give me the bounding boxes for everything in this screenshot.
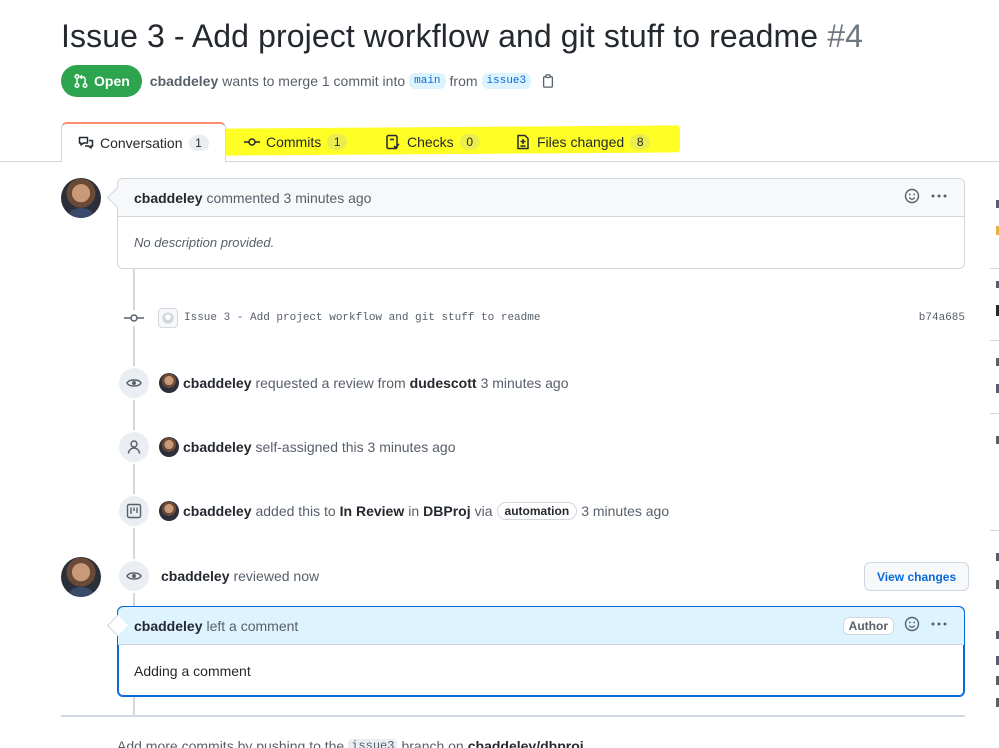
kebab-horizontal-icon[interactable] [930,188,948,207]
event-actor[interactable]: cbaddeley [183,439,251,455]
event-text: cbaddeley self-assigned this 3 minutes a… [159,437,455,457]
comment-header: cbaddeley commented 3 minutes ago [118,179,964,217]
review-comment: cbaddeley left a comment Author Adding a… [117,606,965,697]
author-badge: Author [842,616,894,635]
smiley-icon[interactable] [904,616,920,635]
event-description: self-assigned this 3 minutes ago [255,439,456,455]
tab-label: Files changed [537,134,625,150]
git-commit-icon [244,138,260,146]
comment-body: No description provided. [118,217,964,266]
comment-actions: Author [842,616,948,635]
commit-sha[interactable]: b74a685 [919,312,965,324]
comment-header: cbaddeley left a comment Author [118,607,964,645]
project-event: cbaddeley added this to In Review in DBP… [117,494,669,528]
pr-title-text[interactable]: Issue 3 - Add project workflow and git s… [61,18,818,54]
project-icon [117,494,151,528]
tab-commits[interactable]: Commits 1 [244,122,348,162]
comment-author[interactable]: cbaddeley [134,618,202,634]
view-changes-button[interactable]: View changes [864,562,970,591]
pr-number: #4 [827,18,863,54]
tab-counter: 1 [327,134,348,150]
avatar[interactable] [159,501,179,521]
avatar[interactable] [61,557,101,597]
sidebar-divider [990,413,999,414]
project-link[interactable]: DBProj [423,503,470,519]
tab-files-changed[interactable]: Files changed 8 [515,122,651,162]
merge-text: wants to merge 1 commit into [222,73,406,89]
in-text: in [408,503,420,519]
merge-summary: cbaddeley wants to merge 1 commit into m… [150,73,555,89]
push-hint-text-2: branch on [401,738,464,748]
state-label: Open [94,73,130,89]
event-text: cbaddeley requested a review from dudesc… [159,373,569,393]
reviewer-link[interactable]: dudescott [410,375,477,391]
state-badge: Open [61,65,142,97]
tab-counter: 8 [630,134,651,150]
page-title: Issue 3 - Add project workflow and git s… [61,18,863,55]
sidebar-divider [990,530,999,531]
review-requested-event: cbaddeley requested a review from dudesc… [117,366,569,400]
kebab-horizontal-icon[interactable] [930,616,948,635]
automation-label: automation [496,502,578,520]
tab-label: Commits [266,134,322,150]
repo-link[interactable]: cbaddeley/dbproj. [468,738,588,748]
push-hint: Add more commits by pushing to the issue… [117,738,588,748]
head-branch[interactable]: issue3 [481,73,532,89]
first-comment: cbaddeley commented 3 minutes ago No des… [117,178,965,269]
event-actor[interactable]: cbaddeley [183,503,251,519]
comment-action: left a comment [206,617,299,634]
tab-checks[interactable]: Checks 0 [385,122,480,162]
sidebar-divider [990,340,999,341]
comment-actions [904,188,948,207]
event-description: requested a review from [255,375,406,391]
via-text: via [474,503,493,519]
comment-text: Adding a comment [134,663,251,679]
file-diff-icon [517,134,529,150]
event-time[interactable]: 3 minutes ago [581,503,669,519]
event-actor[interactable]: cbaddeley [161,568,229,584]
timeline-divider [61,715,965,717]
eye-icon [117,366,151,400]
tab-counter: 0 [459,134,480,150]
tab-counter: 1 [188,135,209,151]
avatar[interactable] [159,373,179,393]
sidebar-divider [990,268,999,269]
footer-branch: issue3 [348,739,398,748]
push-hint-text: Add more commits by pushing to the [117,738,345,748]
commit-message[interactable]: Issue 3 - Add project workflow and git s… [184,312,540,324]
project-column[interactable]: In Review [340,503,405,519]
smiley-icon[interactable] [904,188,920,207]
from-text: from [449,73,478,89]
self-assigned-event: cbaddeley self-assigned this 3 minutes a… [117,430,455,464]
avatar[interactable] [61,178,101,218]
comment-discussion-icon [78,136,94,149]
pr-meta: Open cbaddeley wants to merge 1 commit i… [61,65,555,97]
reviewed-event: cbaddeley reviewed now [117,559,319,593]
copy-icon[interactable] [541,74,555,88]
event-description: added this to [255,503,336,519]
checklist-icon [386,134,400,150]
person-icon [117,430,151,464]
commit-row: Issue 3 - Add project workflow and git s… [124,306,965,330]
comment-text: No description provided. [134,235,275,250]
pr-tabs: Conversation 1 Commits 1 Checks 0 Files … [0,122,999,163]
event-description: reviewed now [233,568,320,584]
event-text: cbaddeley added this to In Review in DBP… [159,501,669,521]
git-commit-icon [124,310,144,326]
pull-request-icon [74,73,88,89]
event-time[interactable]: 3 minutes ago [481,375,569,391]
pr-author-link[interactable]: cbaddeley [150,73,218,89]
github-avatar-icon[interactable] [158,308,178,328]
comment-action: commented 3 minutes ago [206,189,372,206]
tab-label: Checks [407,134,454,150]
tab-label: Conversation [100,135,183,151]
comment-author[interactable]: cbaddeley [134,190,202,206]
base-branch[interactable]: main [409,73,446,89]
event-text: cbaddeley reviewed now [161,568,319,584]
comment-body: Adding a comment [118,645,964,695]
tab-conversation[interactable]: Conversation 1 [61,122,226,163]
eye-icon [117,559,151,593]
avatar[interactable] [159,437,179,457]
event-actor[interactable]: cbaddeley [183,375,251,391]
